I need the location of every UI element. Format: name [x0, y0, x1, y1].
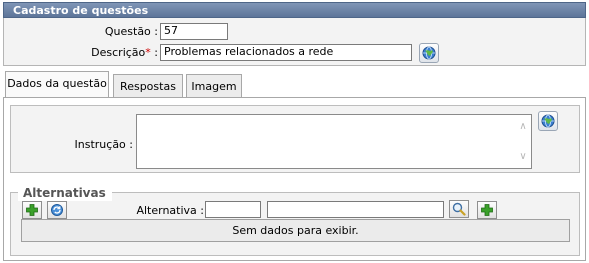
questao-label: Questão :: [104, 25, 158, 38]
instrucao-label: Instrução :: [74, 138, 133, 151]
empty-grid-message: Sem dados para exibir.: [232, 224, 359, 237]
alternativa-text-input[interactable]: [267, 201, 444, 218]
magnifier-icon: [452, 202, 466, 216]
tab-dados-da-questao[interactable]: Dados da questão: [5, 71, 109, 98]
tab-respostas[interactable]: Respostas: [113, 74, 183, 98]
search-button[interactable]: [449, 200, 469, 218]
instrucao-textarea[interactable]: ∧ ∨: [136, 114, 532, 169]
alternativa-label: Alternativa :: [136, 204, 204, 217]
plus-icon: [26, 204, 38, 216]
add-alternativa-button[interactable]: [22, 201, 42, 219]
required-marker: *: [145, 46, 151, 59]
confirm-add-button[interactable]: [477, 201, 497, 219]
tab-imagem[interactable]: Imagem: [186, 74, 242, 98]
alternativa-code-input[interactable]: [205, 201, 261, 218]
plus-icon: [481, 204, 493, 216]
alternativas-legend: Alternativas: [18, 185, 112, 201]
descricao-colon: :: [154, 46, 158, 59]
refresh-button[interactable]: [47, 201, 67, 219]
instrucao-globe-icon[interactable]: [538, 111, 558, 131]
globe-icon[interactable]: [419, 43, 439, 63]
questao-input[interactable]: 57: [160, 23, 228, 40]
scroll-up-icon[interactable]: ∧: [517, 122, 529, 132]
panel-title: Cadastro de questões: [3, 2, 586, 18]
descricao-label: Descrição: [91, 46, 146, 59]
refresh-icon: [51, 204, 63, 216]
descricao-input[interactable]: Problemas relacionados a rede: [160, 44, 412, 61]
alternativas-grid: Sem dados para exibir.: [21, 219, 570, 242]
descricao-label-group: Descrição* :: [91, 46, 158, 59]
scroll-down-icon[interactable]: ∨: [517, 152, 529, 162]
